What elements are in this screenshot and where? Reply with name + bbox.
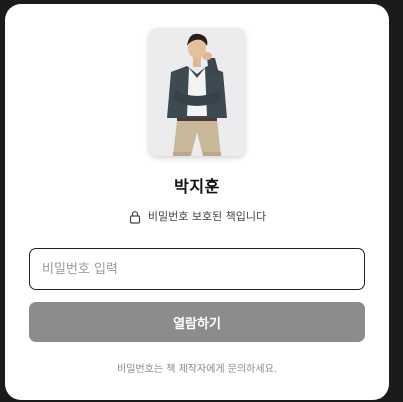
- book-title: 박지훈: [174, 177, 220, 196]
- modal-backdrop: 박지훈 비밀번호 보호된 책입니다 열람하기 비밀번호는 책 제작자에게 문의하…: [0, 0, 403, 402]
- protection-notice: 비밀번호 보호된 책입니다: [5, 208, 389, 224]
- portrait-illustration: [149, 28, 245, 156]
- password-input[interactable]: [29, 248, 365, 290]
- help-text: 비밀번호는 책 제작자에게 문의하세요.: [117, 364, 277, 375]
- password-dialog: 박지훈 비밀번호 보호된 책입니다 열람하기 비밀번호는 책 제작자에게 문의하…: [5, 4, 389, 400]
- lock-icon: [128, 209, 142, 224]
- open-button[interactable]: 열람하기: [29, 302, 365, 342]
- book-cover-image: [149, 28, 245, 156]
- protection-text: 비밀번호 보호된 책입니다: [147, 210, 267, 223]
